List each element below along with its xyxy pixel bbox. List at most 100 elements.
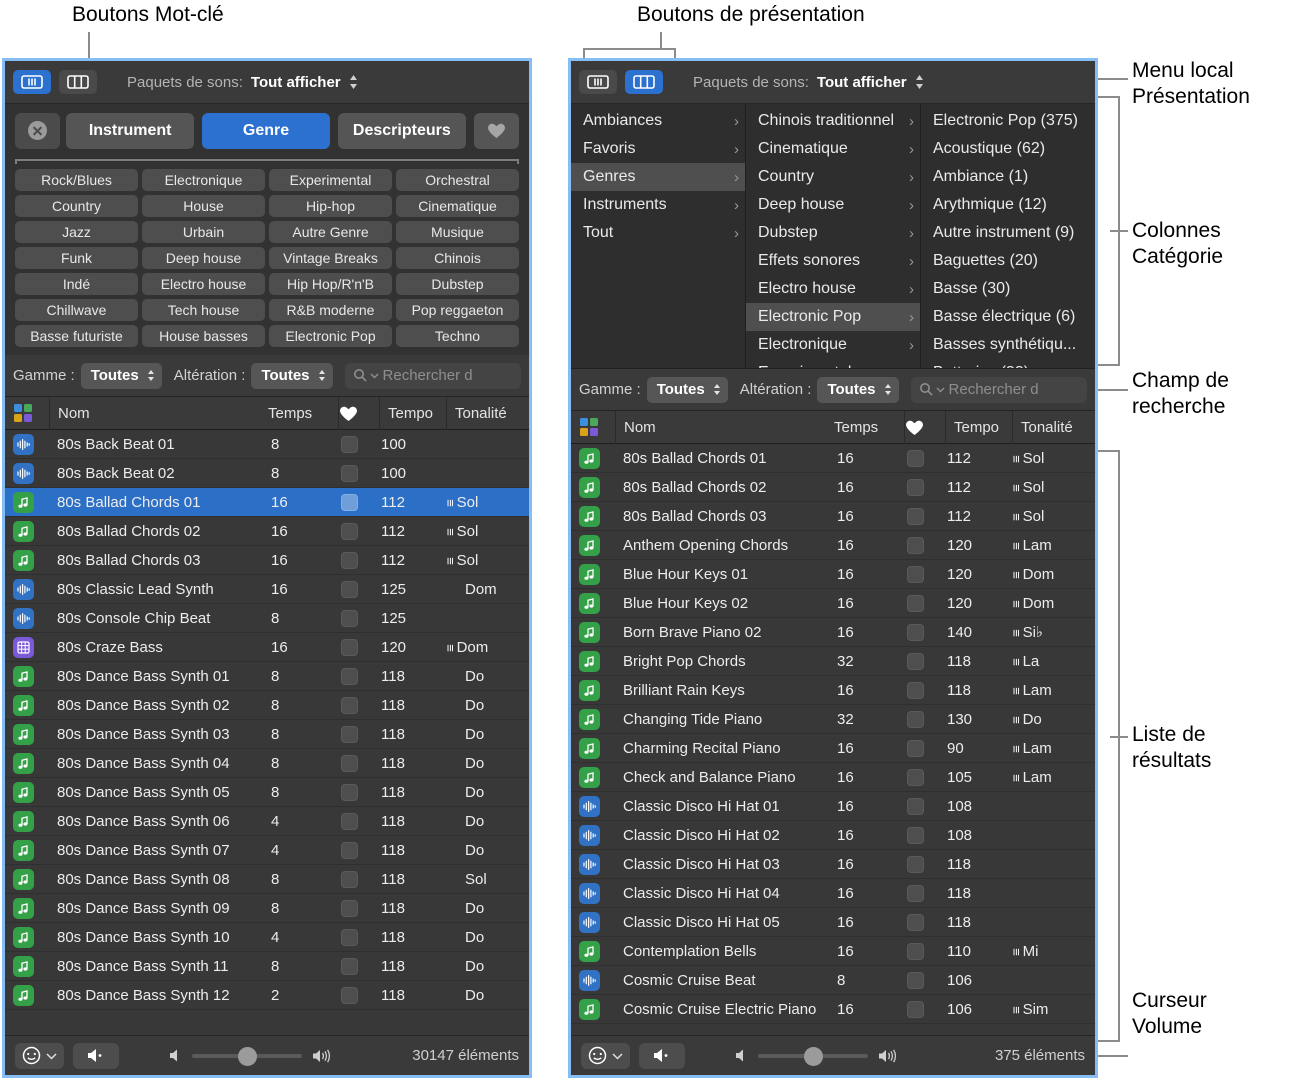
volume-slider-knob[interactable]	[804, 1046, 823, 1066]
favorite-checkbox-box[interactable]	[907, 942, 924, 960]
keyword-tag[interactable]: Electro house	[142, 273, 265, 295]
row-favorite-checkbox[interactable]	[341, 812, 381, 830]
table-row[interactable]: 80s Ballad Chords 02 16 112 ≡ Sol	[5, 517, 529, 546]
row-favorite-checkbox[interactable]	[907, 507, 947, 525]
row-favorite-checkbox[interactable]	[907, 710, 947, 728]
list-view-button[interactable]	[13, 70, 51, 94]
sound-packs-value[interactable]: Tout afficher	[251, 74, 341, 91]
favorite-checkbox-box[interactable]	[341, 870, 358, 888]
scale-popup[interactable]: Toutes	[646, 376, 728, 403]
row-favorite-checkbox[interactable]	[341, 899, 381, 917]
table-row[interactable]: Check and Balance Piano 16 105 ≡ Lam	[571, 763, 1095, 792]
favorite-checkbox-box[interactable]	[907, 652, 924, 670]
row-favorite-checkbox[interactable]	[341, 435, 381, 453]
row-favorite-checkbox[interactable]	[907, 623, 947, 641]
favorite-checkbox-box[interactable]	[341, 725, 358, 743]
favorite-checkbox-box[interactable]	[907, 971, 924, 989]
keyword-scroll-indicator[interactable]	[15, 157, 519, 165]
favorite-checkbox-box[interactable]	[341, 928, 358, 946]
favorite-checkbox-box[interactable]	[341, 696, 358, 714]
left-results-list[interactable]: 80s Back Beat 01 8 100 80s Back Beat 02 8 100…	[5, 430, 529, 1035]
category-item[interactable]: Cinematique ›	[746, 135, 920, 163]
favorite-checkbox-box[interactable]	[341, 464, 358, 482]
list-view-button[interactable]	[579, 70, 617, 94]
category-item[interactable]: Genres ›	[571, 163, 745, 191]
keyword-tab-instrument[interactable]: Instrument	[66, 112, 195, 149]
row-favorite-checkbox[interactable]	[341, 580, 381, 598]
favorite-checkbox-box[interactable]	[341, 841, 358, 859]
row-favorite-checkbox[interactable]	[341, 841, 381, 859]
keyword-tag[interactable]: House	[142, 195, 265, 217]
keyword-tag[interactable]: Country	[15, 195, 138, 217]
favorite-checkbox-box[interactable]	[907, 536, 924, 554]
keyword-tag[interactable]: Autre Genre	[269, 221, 392, 243]
keyword-tag[interactable]: Deep house	[142, 247, 265, 269]
table-row[interactable]: Anthem Opening Chords 16 120 ≡ Lam	[571, 531, 1095, 560]
category-item[interactable]: Baguettes (20)	[921, 247, 1095, 275]
category-item[interactable]: Electronic Pop ›	[746, 303, 920, 331]
table-row[interactable]: Classic Disco Hi Hat 05 16 118	[571, 908, 1095, 937]
table-row[interactable]: Cosmic Cruise Electric Piano 16 106 ≡ Sim	[571, 995, 1095, 1024]
table-row[interactable]: Classic Disco Hi Hat 02 16 108	[571, 821, 1095, 850]
keyword-tag[interactable]: R&B moderne	[269, 299, 392, 321]
row-favorite-checkbox[interactable]	[341, 754, 381, 772]
color-swatch-icon[interactable]	[571, 417, 615, 437]
color-swatch-icon[interactable]	[5, 403, 49, 423]
table-row[interactable]: 80s Ballad Chords 01 16 112 ≡ Sol	[571, 444, 1095, 473]
category-column-3[interactable]: Electronic Pop (375) Acoustique (62) Ambia…	[921, 104, 1095, 368]
category-item[interactable]: Autre instrument (9)	[921, 219, 1095, 247]
row-favorite-checkbox[interactable]	[341, 696, 381, 714]
keyword-tag[interactable]: Jazz	[15, 221, 138, 243]
category-item[interactable]: Acoustique (62)	[921, 135, 1095, 163]
keyword-tag[interactable]: Musique	[396, 221, 519, 243]
favorite-checkbox-box[interactable]	[907, 884, 924, 902]
keyword-tag[interactable]: Hip-hop	[269, 195, 392, 217]
options-menu-button[interactable]	[15, 1042, 64, 1069]
keyword-tag[interactable]: Urbain	[142, 221, 265, 243]
accidental-popup[interactable]: Toutes	[251, 362, 333, 389]
keyword-tag[interactable]: Hip Hop/R'n'B	[269, 273, 392, 295]
category-column-1[interactable]: Ambiances › Favoris › Genres › Instruments › Tou…	[571, 104, 746, 368]
volume-slider[interactable]	[758, 1046, 868, 1066]
column-header-favorite[interactable]	[339, 405, 379, 422]
search-input[interactable]: Rechercher d	[344, 362, 521, 389]
volume-control[interactable]	[168, 1046, 333, 1066]
table-row[interactable]: 80s Dance Bass Synth 09 8 118 Do	[5, 894, 529, 923]
keyword-tag[interactable]: House basses	[142, 325, 265, 347]
category-item[interactable]: Ambiance (1)	[921, 163, 1095, 191]
column-header-key[interactable]: Tonalité	[447, 405, 529, 422]
keyword-tag[interactable]: Indé	[15, 273, 138, 295]
keyword-tag[interactable]: Chinois	[396, 247, 519, 269]
category-column-browser[interactable]: Ambiances › Favoris › Genres › Instruments › Tou…	[571, 104, 1095, 369]
volume-control[interactable]	[734, 1046, 899, 1066]
favorite-checkbox-box[interactable]	[907, 681, 924, 699]
row-favorite-checkbox[interactable]	[907, 536, 947, 554]
table-row[interactable]: Born Brave Piano 02 16 140 ≡ Si♭	[571, 618, 1095, 647]
column-header-name[interactable]: Nom	[616, 419, 834, 436]
sound-packs-value[interactable]: Tout afficher	[817, 74, 907, 91]
table-row[interactable]: 80s Classic Lead Synth 16 125 Dom	[5, 575, 529, 604]
search-input[interactable]: Rechercher d	[910, 376, 1087, 403]
column-header-beats[interactable]: Temps	[268, 405, 338, 422]
table-row[interactable]: Blue Hour Keys 02 16 120 ≡ Dom	[571, 589, 1095, 618]
keyword-tag[interactable]: Tech house	[142, 299, 265, 321]
favorite-checkbox-box[interactable]	[341, 667, 358, 685]
clear-keywords-button[interactable]	[15, 112, 61, 149]
favorite-checkbox-box[interactable]	[907, 565, 924, 583]
keyword-tag[interactable]: Vintage Breaks	[269, 247, 392, 269]
mute-button[interactable]	[639, 1042, 685, 1069]
row-favorite-checkbox[interactable]	[907, 652, 947, 670]
row-favorite-checkbox[interactable]	[907, 681, 947, 699]
row-favorite-checkbox[interactable]	[341, 493, 381, 511]
table-row[interactable]: 80s Dance Bass Synth 11 8 118 Do	[5, 952, 529, 981]
row-favorite-checkbox[interactable]	[341, 725, 381, 743]
favorite-checkbox-box[interactable]	[341, 754, 358, 772]
favorite-checkbox-box[interactable]	[341, 638, 358, 656]
row-favorite-checkbox[interactable]	[907, 739, 947, 757]
favorite-checkbox-box[interactable]	[341, 580, 358, 598]
category-item[interactable]: Effets sonores ›	[746, 247, 920, 275]
right-results-list[interactable]: 80s Ballad Chords 01 16 112 ≡ Sol 80s Ballad …	[571, 444, 1095, 1035]
favorite-checkbox-box[interactable]	[907, 478, 924, 496]
table-row[interactable]: Brilliant Rain Keys 16 118 ≡ Lam	[571, 676, 1095, 705]
row-favorite-checkbox[interactable]	[907, 768, 947, 786]
